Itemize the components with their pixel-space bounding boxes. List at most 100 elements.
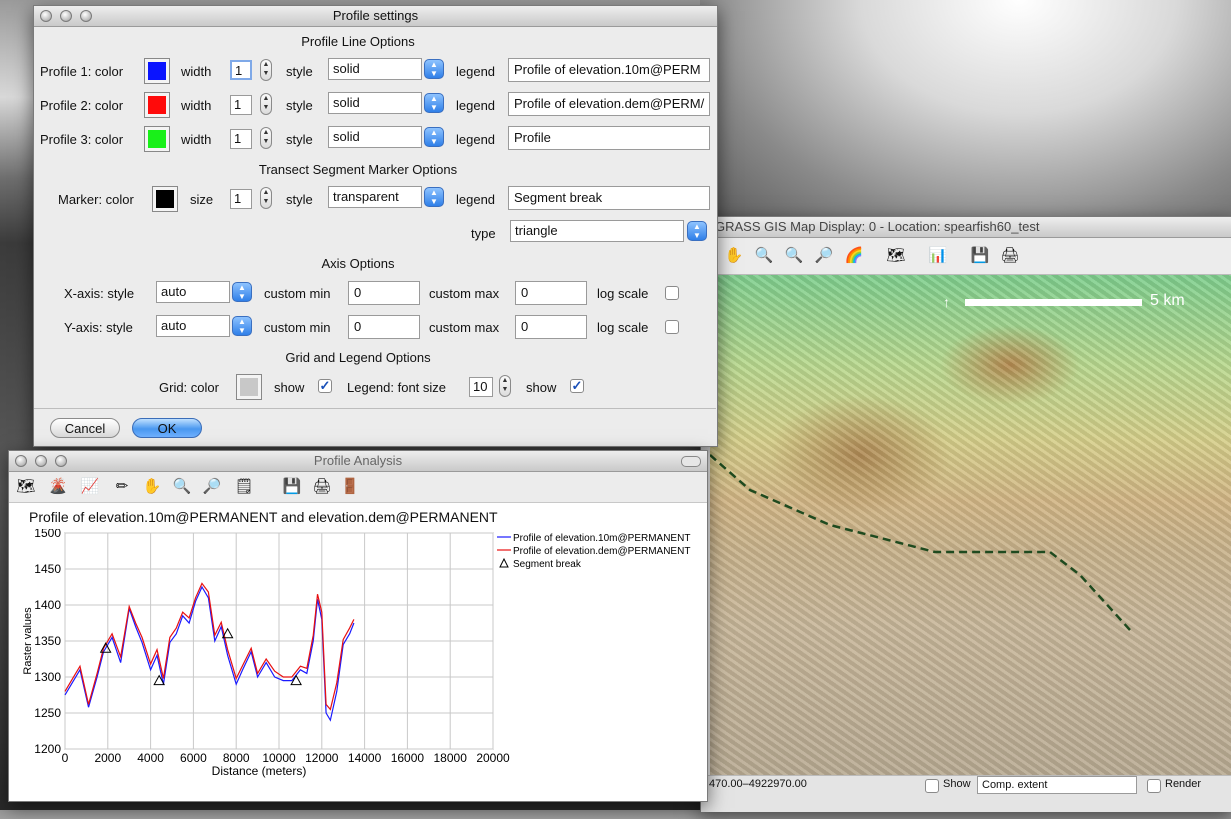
marker-style-dropdown[interactable]: ▲ ▼ <box>424 187 444 207</box>
marker-legend-input[interactable]: Segment break <box>508 186 710 210</box>
x-custom-max-input[interactable]: 0 <box>515 281 587 305</box>
profile-analysis-window: Profile Analysis 🗺 🌋 📈 ✏ ✋ 🔍 🔎 🗒 💾 🖨 🚪 P… <box>8 450 708 802</box>
map-display-titlebar[interactable]: GRASS GIS Map Display: 0 - Location: spe… <box>701 217 1231 238</box>
overlay-icon[interactable]: 📊 <box>927 245 949 267</box>
legend-show-label: show <box>526 380 557 395</box>
profile-2-color-swatch <box>148 96 166 114</box>
profile-1-style-combo[interactable]: solid <box>328 58 422 80</box>
legend-font-size-input[interactable]: 10 <box>469 377 493 397</box>
width-label: width <box>181 98 212 113</box>
profile-3-width-stepper[interactable]: ▲ ▼ <box>260 127 272 149</box>
pan-icon[interactable]: ✋ <box>723 245 745 267</box>
profile-2-style-combo[interactable]: solid <box>328 92 422 114</box>
axis-options-heading: Axis Options <box>321 256 395 271</box>
pan-icon[interactable]: ✋ <box>141 476 163 498</box>
profile-icon[interactable]: 📈 <box>79 476 101 498</box>
y-custom-max-label: custom max <box>429 320 500 335</box>
x-axis-style-combo[interactable]: auto <box>156 281 230 303</box>
toolbar-toggle-icon[interactable] <box>681 456 701 467</box>
profile-2-style-dropdown[interactable]: ▲ ▼ <box>424 93 444 113</box>
marker-type-combo[interactable]: triangle <box>510 220 684 242</box>
coords-readout: 470.00–4922970.00 <box>709 778 807 790</box>
map-toolbar: ✋ 🔍 🔍 🔎 🌈 🗺 📊 💾 🖨 <box>701 238 1231 275</box>
x-log-scale-label: log scale <box>597 286 649 301</box>
zoom-back-icon[interactable]: 🔎 <box>813 245 835 267</box>
zoom-icon[interactable] <box>55 455 67 467</box>
profile-1-width-input[interactable]: 1 <box>230 60 252 80</box>
zoom-in-icon[interactable]: 🔍 <box>753 245 775 267</box>
grid-show-checkbox[interactable]: ✓ <box>318 379 332 393</box>
print-icon[interactable]: 🖨 <box>311 476 333 498</box>
cancel-button[interactable]: Cancel <box>50 418 120 438</box>
profile-3-style-combo[interactable]: solid <box>328 126 422 148</box>
profile-3-style-dropdown[interactable]: ▲ ▼ <box>424 127 444 147</box>
map-canvas[interactable]: ↑ 5 km <box>710 275 1231 775</box>
x-custom-max-label: custom max <box>429 286 500 301</box>
draw-transect-icon[interactable]: ✏ <box>111 476 133 498</box>
profile-1-width-stepper[interactable]: ▲ ▼ <box>260 59 272 81</box>
x-log-scale-checkbox[interactable] <box>665 286 679 300</box>
legend-font-size-stepper[interactable]: ▲ ▼ <box>499 375 511 397</box>
profile-2-color-button[interactable] <box>144 92 170 118</box>
legend-label: legend <box>456 98 496 113</box>
y-custom-min-input[interactable]: 0 <box>348 315 420 339</box>
desktop-background <box>700 0 1231 230</box>
exit-icon[interactable]: 🚪 <box>339 476 361 498</box>
x-custom-min-input[interactable]: 0 <box>348 281 420 305</box>
profile-3-legend-input[interactable]: Profile <box>508 126 710 150</box>
print-icon[interactable]: 🖨 <box>999 245 1021 267</box>
profile-1-color-button[interactable] <box>144 58 170 84</box>
marker-size-input[interactable]: 1 <box>230 189 252 209</box>
marker-style-label: style <box>286 192 313 207</box>
profile-3-color-button[interactable] <box>144 126 170 152</box>
grid-color-button[interactable] <box>236 374 262 400</box>
zoom-out-icon[interactable]: 🔎 <box>201 476 223 498</box>
x-axis-style-dropdown[interactable]: ▲ ▼ <box>232 282 252 302</box>
grid-show-label: show <box>274 380 305 395</box>
raster-multi-icon[interactable]: 🌋 <box>47 476 69 498</box>
marker-legend-label: legend <box>456 192 496 207</box>
save-icon[interactable]: 💾 <box>969 245 991 267</box>
y-custom-max-input[interactable]: 0 <box>515 315 587 339</box>
profile-1-style-dropdown[interactable]: ▲ ▼ <box>424 59 444 79</box>
legend-show-checkbox[interactable]: ✓ <box>570 379 584 393</box>
legend-font-size-label: Legend: font size <box>347 380 447 395</box>
x-axis-label: Distance (meters) <box>212 764 307 778</box>
minimize-icon[interactable] <box>35 455 47 467</box>
zoom-out-icon[interactable]: 🔍 <box>783 245 805 267</box>
profile-2-legend-input[interactable]: Profile of elevation.dem@PERM/ <box>508 92 710 116</box>
y-log-scale-checkbox[interactable] <box>665 320 679 334</box>
marker-type-dropdown[interactable]: ▲ ▼ <box>687 221 707 241</box>
profile-3-width-input[interactable]: 1 <box>230 129 252 149</box>
marker-size-stepper[interactable]: ▲ ▼ <box>260 187 272 209</box>
map-display-title: GRASS GIS Map Display: 0 - Location: spe… <box>715 219 1040 234</box>
legend-entry-markers: Segment break <box>513 559 582 570</box>
width-label: width <box>181 64 212 79</box>
analysis-titlebar[interactable]: Profile Analysis <box>9 451 707 472</box>
render-label: Render <box>1165 778 1202 790</box>
x-custom-min-label: custom min <box>264 286 331 301</box>
render-checkbox[interactable] <box>1147 779 1161 793</box>
y-axis-style-combo[interactable]: auto <box>156 315 230 337</box>
show-checkbox[interactable] <box>925 779 939 793</box>
y-axis-style-dropdown[interactable]: ▲ ▼ <box>232 316 252 336</box>
save-icon[interactable]: 💾 <box>281 476 303 498</box>
x-tick-label: 10000 <box>262 751 296 765</box>
profile-3-color-swatch <box>148 130 166 148</box>
profile-2-width-stepper[interactable]: ▲ ▼ <box>260 93 272 115</box>
zoom-menu-icon[interactable]: 🌈 <box>843 245 865 267</box>
profile-1-legend-input[interactable]: Profile of elevation.10m@PERM <box>508 58 710 82</box>
extent-combo[interactable]: Comp. extent <box>977 776 1137 794</box>
settings-icon[interactable]: 🗒 <box>233 476 255 498</box>
marker-color-button[interactable] <box>152 186 178 212</box>
ok-button[interactable]: OK <box>132 418 202 438</box>
zoom-in-icon[interactable]: 🔍 <box>171 476 193 498</box>
scale-label: 5 km <box>1150 292 1185 309</box>
settings-content: Profile Line Options Profile 1: color wi… <box>0 0 716 445</box>
analyze-icon[interactable]: 🗺 <box>885 245 907 267</box>
close-icon[interactable] <box>15 455 27 467</box>
x-tick-label: 20000 <box>476 751 510 765</box>
raster-icon[interactable]: 🗺 <box>15 476 37 498</box>
profile-2-width-input[interactable]: 1 <box>230 95 252 115</box>
marker-style-combo[interactable]: transparent <box>328 186 422 208</box>
